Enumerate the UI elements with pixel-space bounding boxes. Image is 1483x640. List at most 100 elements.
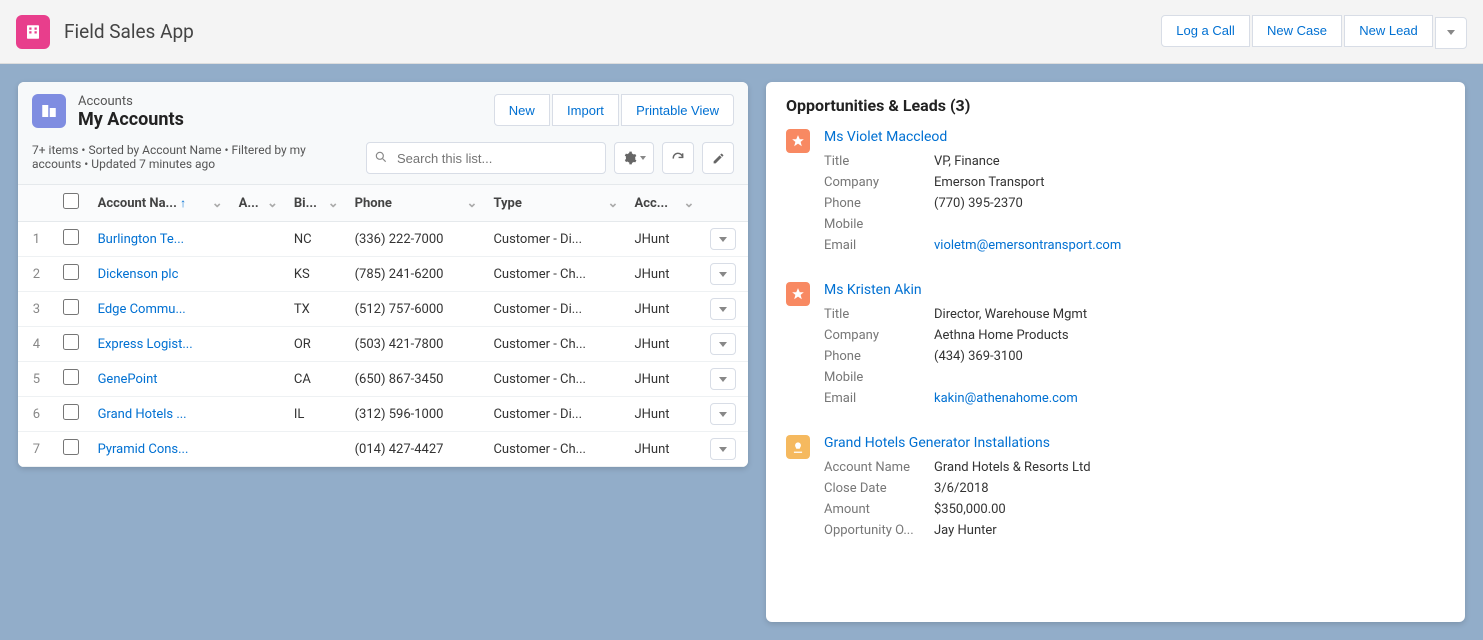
email-link[interactable]: kakin@athenahome.com — [934, 391, 1078, 406]
cell-owner: JHunt — [626, 397, 702, 432]
record-name-link[interactable]: Ms Violet Maccleod — [824, 129, 947, 145]
caret-down-icon — [719, 272, 727, 277]
related-title: Opportunities & Leads (3) — [786, 96, 1445, 115]
listview-settings-button[interactable] — [614, 142, 654, 174]
row-checkbox[interactable] — [63, 369, 79, 385]
new-case-button[interactable]: New Case — [1252, 15, 1342, 47]
field-label: Mobile — [824, 370, 934, 385]
account-name-link[interactable]: Grand Hotels ... — [98, 407, 187, 422]
field-label: Account Name — [824, 460, 934, 475]
field-value: Director, Warehouse Mgmt — [934, 307, 1087, 322]
app-title: Field Sales App — [64, 20, 194, 43]
cell-phone: (336) 222-7000 — [347, 222, 486, 257]
accounts-listview-panel: Accounts My Accounts New Import Printabl… — [18, 82, 748, 467]
cell-state: KS — [286, 257, 347, 292]
row-menu-button[interactable] — [710, 438, 736, 460]
cell-owner: JHunt — [626, 222, 702, 257]
account-name-link[interactable]: Burlington Te... — [98, 232, 184, 247]
field-value: (770) 395-2370 — [934, 196, 1023, 211]
listview-meta: 7+ items • Sorted by Account Name • Filt… — [32, 143, 354, 171]
printable-view-button[interactable]: Printable View — [621, 94, 734, 126]
cell-type: Customer - Ch... — [485, 432, 626, 467]
field-label: Email — [824, 391, 934, 406]
row-menu-button[interactable] — [710, 298, 736, 320]
col-account-name[interactable]: Account Na... ↑⌄ — [90, 185, 231, 222]
caret-down-icon — [719, 342, 727, 347]
lead-icon — [786, 129, 810, 153]
cell-a — [231, 292, 286, 327]
cell-type: Customer - Ch... — [485, 257, 626, 292]
caret-down-icon — [719, 377, 727, 382]
chevron-down-icon: ⌄ — [212, 196, 223, 211]
caret-down-icon — [719, 307, 727, 312]
row-menu-button[interactable] — [710, 263, 736, 285]
listview-name[interactable]: My Accounts — [78, 109, 184, 130]
search-icon — [374, 150, 388, 168]
chevron-down-icon: ⌄ — [683, 196, 694, 211]
row-checkbox[interactable] — [63, 404, 79, 420]
row-checkbox[interactable] — [63, 229, 79, 245]
new-button[interactable]: New — [494, 94, 550, 126]
cell-type: Customer - Di... — [485, 222, 626, 257]
row-checkbox[interactable] — [63, 299, 79, 315]
listview-search-input[interactable] — [366, 142, 606, 174]
account-name-link[interactable]: Express Logist... — [98, 337, 193, 352]
row-checkbox[interactable] — [63, 439, 79, 455]
field-label: Mobile — [824, 217, 934, 232]
accounts-table: Account Na... ↑⌄ A...⌄ Bi...⌄ Phone⌄ Typ… — [18, 184, 748, 467]
col-bi[interactable]: Bi...⌄ — [286, 185, 347, 222]
cell-phone: (650) 867-3450 — [347, 362, 486, 397]
cell-owner: JHunt — [626, 327, 702, 362]
account-name-link[interactable]: Dickenson plc — [98, 267, 179, 282]
row-index: 2 — [18, 257, 55, 292]
new-lead-button[interactable]: New Lead — [1344, 15, 1433, 47]
object-label: Accounts — [78, 94, 184, 109]
account-name-link[interactable]: Edge Commu... — [98, 302, 186, 317]
cell-a — [231, 397, 286, 432]
cell-a — [231, 222, 286, 257]
refresh-button[interactable] — [662, 142, 694, 174]
cell-a — [231, 327, 286, 362]
account-name-link[interactable]: Pyramid Cons... — [98, 442, 189, 457]
col-type[interactable]: Type⌄ — [485, 185, 626, 222]
row-checkbox[interactable] — [63, 334, 79, 350]
row-menu-button[interactable] — [710, 403, 736, 425]
row-index: 6 — [18, 397, 55, 432]
edit-inline-button[interactable] — [702, 142, 734, 174]
gear-icon — [623, 151, 637, 165]
row-index: 5 — [18, 362, 55, 397]
pencil-icon — [712, 152, 725, 165]
chevron-down-icon: ⌄ — [467, 196, 478, 211]
row-menu-button[interactable] — [710, 228, 736, 250]
field-value: 3/6/2018 — [934, 481, 989, 496]
field-value: Emerson Transport — [934, 175, 1044, 190]
col-a[interactable]: A...⌄ — [231, 185, 286, 222]
cell-owner: JHunt — [626, 257, 702, 292]
cell-state: OR — [286, 327, 347, 362]
field-label: Company — [824, 328, 934, 343]
record-name-link[interactable]: Ms Kristen Akin — [824, 282, 922, 298]
row-menu-button[interactable] — [710, 333, 736, 355]
col-phone[interactable]: Phone⌄ — [347, 185, 486, 222]
record-name-link[interactable]: Grand Hotels Generator Installations — [824, 435, 1050, 451]
caret-down-icon — [640, 156, 646, 160]
opportunity-icon — [786, 435, 810, 459]
email-link[interactable]: violetm@emersontransport.com — [934, 238, 1121, 253]
account-name-link[interactable]: GenePoint — [98, 372, 158, 387]
row-checkbox[interactable] — [63, 264, 79, 280]
log-call-button[interactable]: Log a Call — [1161, 15, 1250, 47]
import-button[interactable]: Import — [552, 94, 619, 126]
select-all-checkbox[interactable] — [63, 193, 79, 209]
cell-phone: (503) 421-7800 — [347, 327, 486, 362]
cell-owner: JHunt — [626, 432, 702, 467]
refresh-icon — [671, 151, 685, 165]
cell-owner: JHunt — [626, 292, 702, 327]
cell-a — [231, 257, 286, 292]
cell-phone: (512) 757-6000 — [347, 292, 486, 327]
col-acc[interactable]: Acc...⌄ — [626, 185, 702, 222]
row-menu-button[interactable] — [710, 368, 736, 390]
field-value: VP, Finance — [934, 154, 1000, 169]
global-actions: Log a Call New Case New Lead — [1161, 15, 1467, 49]
cell-type: Customer - Ch... — [485, 327, 626, 362]
global-actions-more-button[interactable] — [1435, 17, 1467, 49]
